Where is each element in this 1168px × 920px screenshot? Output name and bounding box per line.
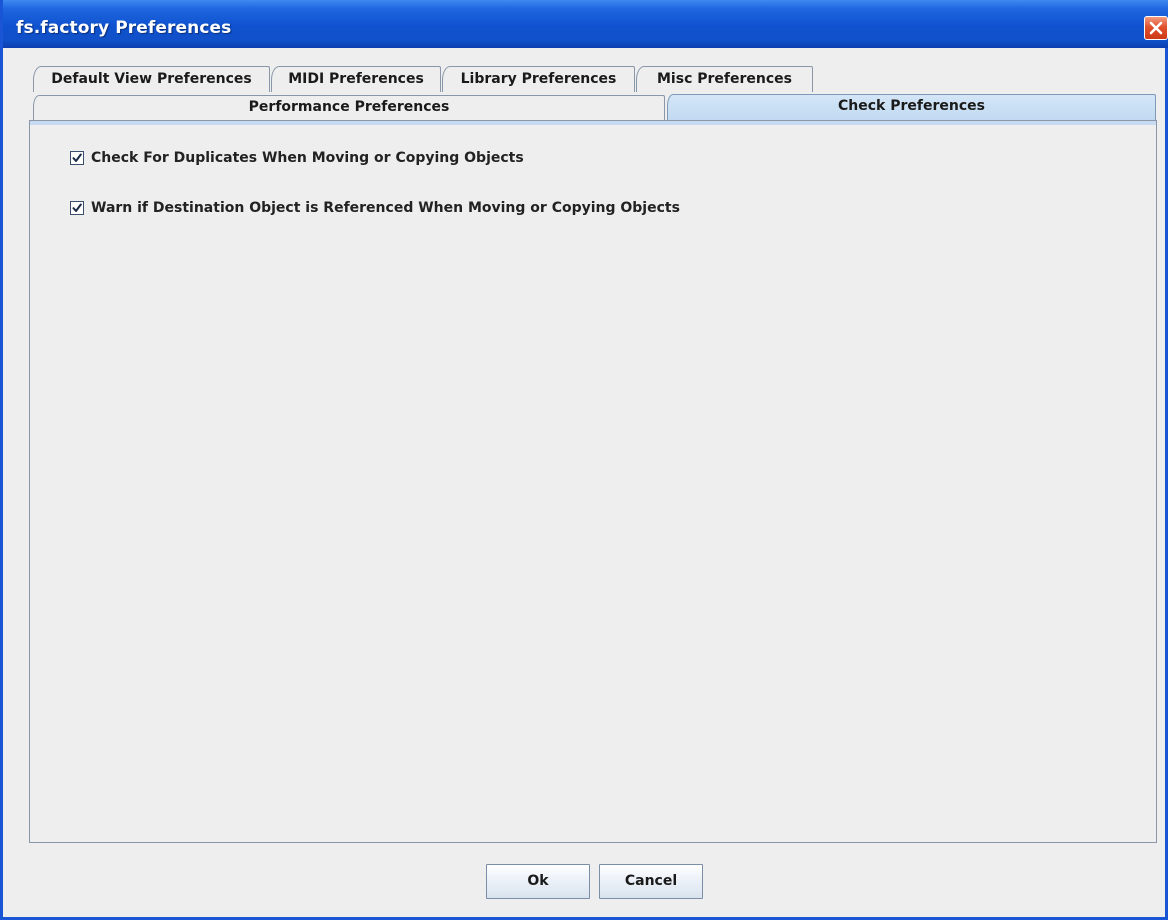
checkmark-icon bbox=[72, 153, 82, 162]
tab-performance[interactable]: Performance Preferences bbox=[33, 95, 665, 120]
tab-label: Check Preferences bbox=[838, 98, 985, 114]
checkmark-icon bbox=[72, 203, 82, 212]
close-icon bbox=[1149, 21, 1163, 35]
check-duplicates-label: Check For Duplicates When Moving or Copy… bbox=[91, 150, 524, 166]
tab-library[interactable]: Library Preferences bbox=[442, 66, 635, 92]
tab-check[interactable]: Check Preferences bbox=[667, 94, 1156, 121]
preferences-dialog: fs.factory Preferences Default View Pref… bbox=[0, 0, 1168, 920]
check-duplicates-option[interactable]: Check For Duplicates When Moving or Copy… bbox=[70, 148, 524, 168]
panel-highlight bbox=[30, 121, 1156, 125]
close-button[interactable] bbox=[1144, 16, 1168, 40]
warn-referenced-option[interactable]: Warn if Destination Object is Referenced… bbox=[70, 198, 680, 218]
window-title: fs.factory Preferences bbox=[16, 18, 232, 38]
cancel-button[interactable]: Cancel bbox=[599, 864, 703, 899]
tab-label: Library Preferences bbox=[460, 71, 617, 87]
tab-midi[interactable]: MIDI Preferences bbox=[271, 66, 441, 92]
tab-misc[interactable]: Misc Preferences bbox=[636, 66, 813, 92]
tab-label: MIDI Preferences bbox=[288, 71, 424, 87]
tab-content-panel: Check For Duplicates When Moving or Copy… bbox=[29, 120, 1157, 843]
tab-default-view[interactable]: Default View Preferences bbox=[33, 66, 270, 92]
warn-referenced-checkbox[interactable] bbox=[70, 201, 84, 215]
ok-button[interactable]: Ok bbox=[486, 864, 590, 899]
tab-label: Performance Preferences bbox=[248, 99, 450, 115]
title-bar[interactable]: fs.factory Preferences bbox=[3, 0, 1168, 48]
warn-referenced-label: Warn if Destination Object is Referenced… bbox=[91, 200, 680, 216]
tab-label: Default View Preferences bbox=[51, 71, 252, 87]
tab-label: Misc Preferences bbox=[657, 71, 792, 87]
check-duplicates-checkbox[interactable] bbox=[70, 151, 84, 165]
